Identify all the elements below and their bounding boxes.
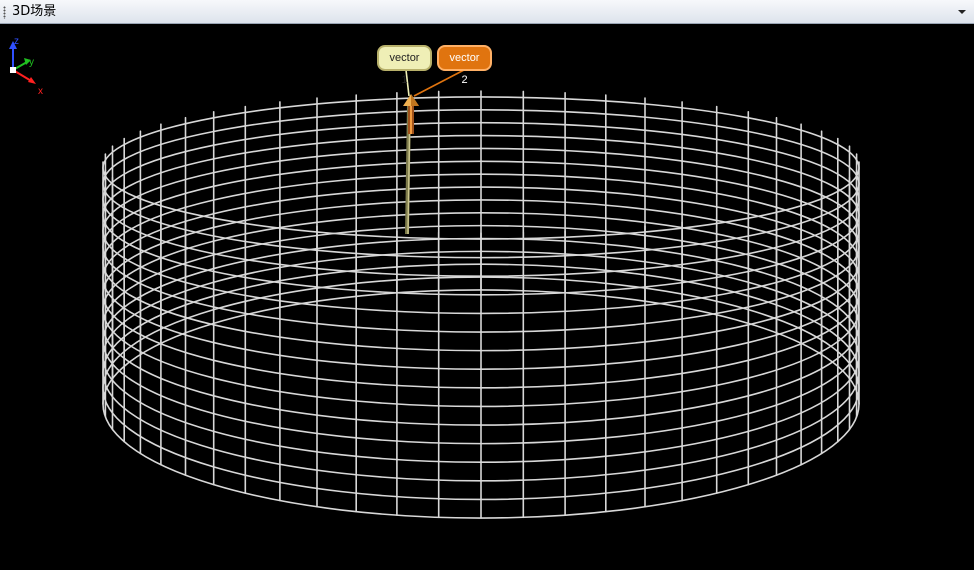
- scene-window: 3D场景 z y x vector 1 vector 2: [0, 0, 974, 570]
- axis-x-label: x: [38, 86, 43, 97]
- axis-y-label: y: [29, 57, 34, 68]
- axis-z-label: z: [14, 36, 19, 47]
- chevron-down-icon[interactable]: [954, 4, 970, 20]
- wireframe-cylinder: z y x: [9, 36, 860, 519]
- vector-1-label[interactable]: vector 1: [377, 45, 432, 86]
- axis-gizmo: z y x: [9, 36, 43, 97]
- 3d-viewport[interactable]: z y x vector 1 vector 2: [0, 24, 974, 570]
- drag-grip-icon[interactable]: [3, 6, 6, 19]
- vector-arrow[interactable]: [403, 94, 419, 235]
- vector-2-label[interactable]: vector 2: [437, 45, 492, 86]
- title-bar: 3D场景: [0, 0, 974, 24]
- window-title: 3D场景: [12, 4, 57, 19]
